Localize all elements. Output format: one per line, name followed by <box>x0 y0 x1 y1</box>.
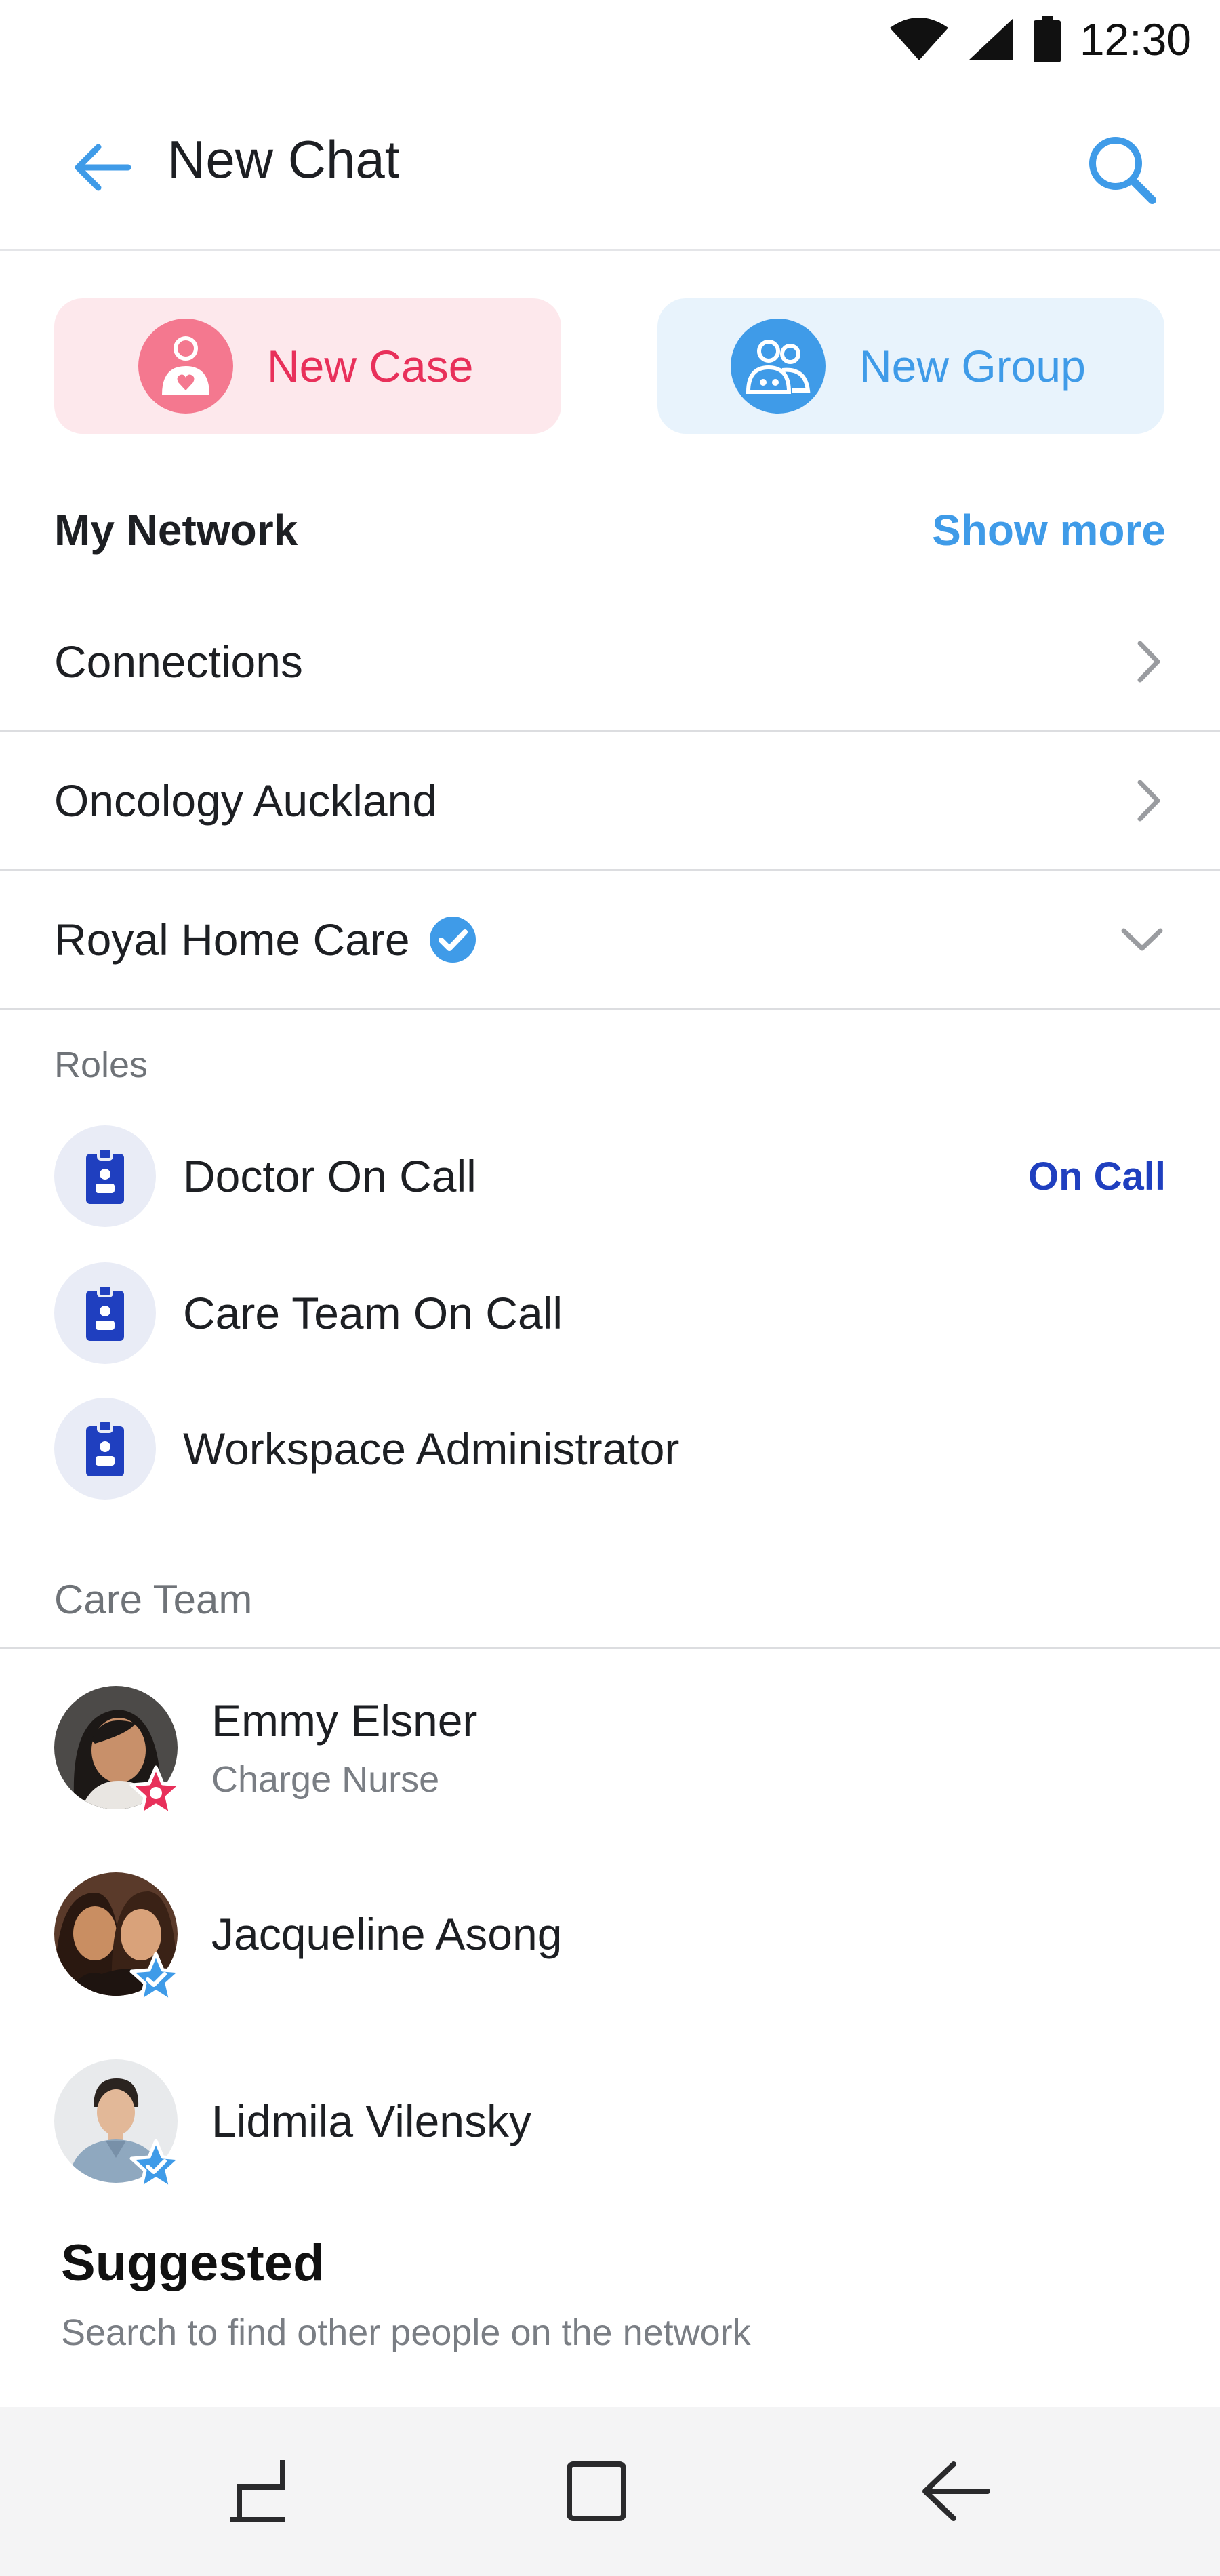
network-item-connections[interactable]: Connections <box>0 593 1220 732</box>
back-icon <box>922 2461 990 2521</box>
network-item-royal-home-care[interactable]: Royal Home Care <box>0 871 1220 1010</box>
network-item-label: Connections <box>54 637 303 687</box>
network-item-label: Royal Home Care <box>54 914 410 965</box>
care-team-header: Care Team <box>54 1577 253 1622</box>
avatar <box>54 1686 182 1817</box>
new-case-label: New Case <box>267 341 474 391</box>
member-name: Lidmila Vilensky <box>211 2096 531 2146</box>
status-bar: 12:30 <box>0 0 1220 81</box>
suggested-title: Suggested <box>61 2234 325 2292</box>
role-label: Workspace Administrator <box>183 1424 680 1474</box>
back-arrow-icon <box>75 144 131 191</box>
search-button[interactable] <box>1078 125 1166 214</box>
role-item-doctor-on-call[interactable]: Doctor On Call On Call <box>54 1125 1166 1227</box>
member-text: Lidmila Vilensky <box>211 2095 531 2147</box>
star-badge-icon <box>129 1952 182 2003</box>
new-group-label: New Group <box>859 341 1086 391</box>
member-name: Emmy Elsner <box>211 1695 478 1746</box>
recents-icon <box>230 2460 285 2522</box>
suggested-subtitle: Search to find other people on the netwo… <box>61 2312 751 2353</box>
signal-icon <box>968 18 1013 60</box>
group-icon <box>731 319 826 414</box>
member-emmy-elsner[interactable]: Emmy Elsner Charge Nurse <box>54 1686 1166 1817</box>
star-badge-icon <box>129 2139 182 2190</box>
role-label: Doctor On Call <box>183 1151 476 1201</box>
my-network-title: My Network <box>54 506 298 555</box>
avatar <box>54 1872 182 2003</box>
chevron-right-icon <box>1137 641 1160 683</box>
care-team-divider <box>0 1647 1220 1649</box>
system-back-button[interactable] <box>908 2444 1003 2539</box>
status-icons: 12:30 <box>889 12 1192 66</box>
member-lidmila-vilensky[interactable]: Lidmila Vilensky <box>54 2059 1166 2190</box>
wifi-icon <box>889 18 948 60</box>
id-badge-icon <box>54 1398 156 1500</box>
case-person-icon <box>138 319 233 414</box>
star-badge-icon <box>129 1765 182 1817</box>
battery-icon <box>1033 16 1061 62</box>
member-jacqueline-asong[interactable]: Jacqueline Asong <box>54 1872 1166 2003</box>
status-time: 12:30 <box>1079 14 1192 64</box>
role-item-workspace-administrator[interactable]: Workspace Administrator <box>54 1398 1166 1500</box>
back-button[interactable] <box>64 130 139 205</box>
on-call-badge: On Call <box>1028 1154 1166 1199</box>
role-item-care-team-on-call[interactable]: Care Team On Call <box>54 1262 1166 1364</box>
chevron-right-icon <box>1137 780 1160 822</box>
member-name: Jacqueline Asong <box>211 1909 563 1959</box>
home-icon <box>567 2461 626 2521</box>
chevron-down-icon <box>1121 928 1163 951</box>
network-item-oncology-auckland[interactable]: Oncology Auckland <box>0 732 1220 871</box>
verified-icon <box>429 917 476 963</box>
my-network-header: My Network Show more <box>54 505 1166 555</box>
roles-header: Roles <box>54 1045 148 1085</box>
member-text: Emmy Elsner Charge Nurse <box>211 1695 477 1800</box>
page-title: New Chat <box>167 129 400 189</box>
id-badge-icon <box>54 1262 156 1364</box>
system-nav-bar <box>0 2407 1220 2576</box>
member-text: Jacqueline Asong <box>211 1908 562 1960</box>
search-icon <box>1089 137 1156 204</box>
new-case-button[interactable]: New Case <box>54 298 561 434</box>
network-item-label-wrap: Royal Home Care <box>54 914 478 965</box>
home-button[interactable] <box>549 2444 644 2539</box>
app-bar: New Chat <box>0 81 1220 251</box>
id-badge-icon <box>54 1125 156 1227</box>
recents-button[interactable] <box>210 2444 305 2539</box>
show-more-link[interactable]: Show more <box>932 505 1166 555</box>
role-label: Care Team On Call <box>183 1288 563 1338</box>
avatar <box>54 2059 182 2190</box>
member-role: Charge Nurse <box>211 1759 440 1800</box>
new-group-button[interactable]: New Group <box>657 298 1164 434</box>
network-item-label: Oncology Auckland <box>54 776 438 826</box>
